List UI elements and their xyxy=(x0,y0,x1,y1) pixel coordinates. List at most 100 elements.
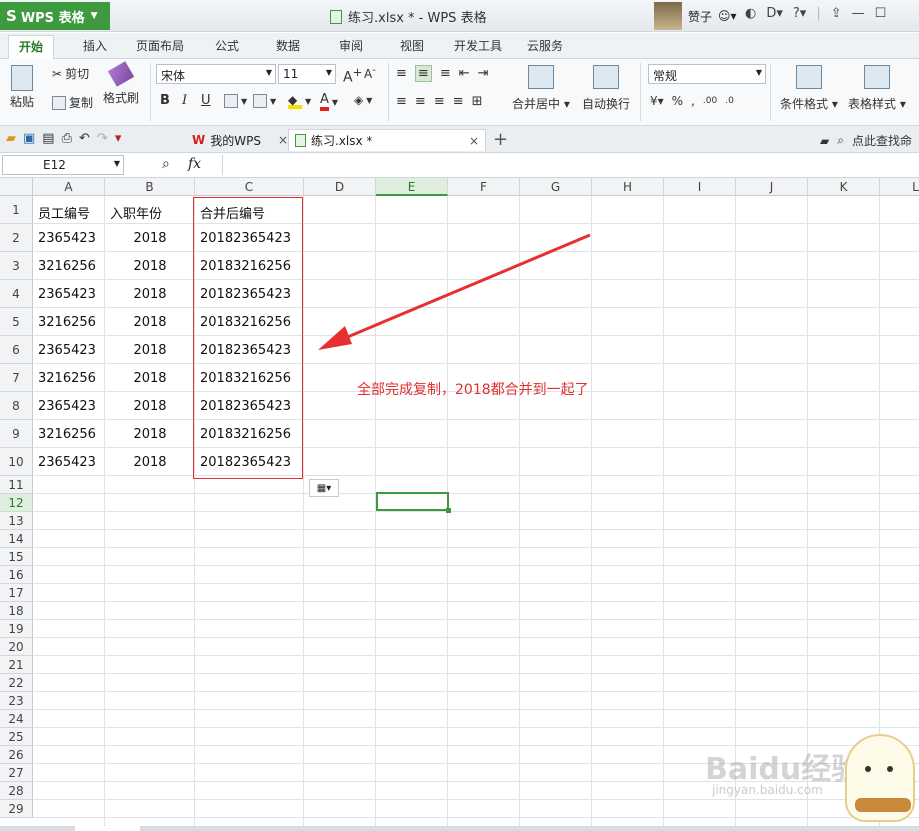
tab-file[interactable]: 练习.xlsx * × xyxy=(288,129,486,151)
number-format-select[interactable]: 常规 ▼ xyxy=(648,64,766,84)
tab-view[interactable]: 视图 xyxy=(400,37,424,54)
zoom-icon[interactable]: ⌕ xyxy=(162,156,170,172)
chevron-down-icon: ▼ xyxy=(90,11,98,21)
print-preview-icon[interactable]: ▤ xyxy=(42,131,54,146)
close-icon[interactable]: × xyxy=(278,133,288,147)
table-style-icon xyxy=(863,65,890,89)
document-tabs-bar: ▰ ▣ ▤ ⎙ ↶ ↷ ▾ W 我的WPS × 练习.xlsx * × + ▰ … xyxy=(0,126,919,153)
cut-button[interactable]: ✂ 剪切 xyxy=(52,65,89,82)
maximize-icon[interactable]: ☐ xyxy=(875,6,887,21)
align-center-icon[interactable]: ≡ xyxy=(415,94,426,109)
distributed-icon[interactable]: ⊞ xyxy=(472,94,483,109)
upload-icon[interactable]: ⇪ xyxy=(831,6,842,21)
format-painter-button[interactable]: 格式刷 xyxy=(103,61,139,106)
font-shrink-button[interactable]: A- xyxy=(364,65,376,81)
comma-icon[interactable]: , xyxy=(691,94,695,108)
customize-icon[interactable]: ▾ xyxy=(115,131,122,146)
formula-bar: E12 ▼ ⌕ fx xyxy=(0,153,919,178)
undo-icon[interactable]: ↶ xyxy=(79,131,90,146)
spreadsheet-icon xyxy=(295,134,306,147)
user-box[interactable]: 赞子 ☺▾ xyxy=(654,2,737,30)
align-bottom-icon[interactable]: ≡ xyxy=(440,66,451,81)
watermark-logo: Baidu经验 xyxy=(705,752,862,787)
font-shrink-icon: A- xyxy=(364,65,376,81)
align-middle-icon[interactable]: ≡ xyxy=(414,65,432,82)
search-label: 点此查找命 xyxy=(851,134,912,148)
horizontal-align-group: ≡ ≡ ≡ ≡ ⊞ xyxy=(396,94,483,109)
border-button[interactable]: ▼ xyxy=(224,94,247,108)
increase-decimal-icon[interactable]: .00 xyxy=(703,96,717,106)
skin-icon[interactable]: ◐ xyxy=(745,6,756,21)
conditional-format-button[interactable]: 条件格式 ▾ xyxy=(780,65,838,112)
name-box[interactable]: E12 ▼ xyxy=(2,155,124,175)
font-size-select[interactable]: 11 ▼ xyxy=(278,64,336,84)
tab-home[interactable]: 开始 xyxy=(8,35,55,59)
fx-button[interactable]: fx xyxy=(188,156,201,172)
cell-style-button[interactable]: ▼ xyxy=(253,94,276,108)
wps-logo-icon: S xyxy=(6,7,17,25)
merge-center-button[interactable]: 合并居中 ▾ xyxy=(512,65,570,112)
indent-decrease-icon[interactable]: ⇤ xyxy=(459,66,470,81)
align-right-icon[interactable]: ≡ xyxy=(434,94,445,109)
formula-input[interactable] xyxy=(222,155,919,175)
divider xyxy=(150,63,151,121)
tab-developer[interactable]: 开发工具 xyxy=(454,37,502,54)
tab-formula[interactable]: 公式 xyxy=(215,37,239,54)
watermark-url: jingyan.baidu.com xyxy=(712,783,823,797)
wrap-text-label: 自动换行 xyxy=(582,97,631,111)
help-icon[interactable]: ?▾ xyxy=(793,6,806,21)
font-grow-button[interactable]: A+ xyxy=(343,65,362,86)
share-icon[interactable]: D▾ xyxy=(766,6,783,21)
bold-button[interactable]: B xyxy=(160,93,170,108)
scrollbar-thumb[interactable] xyxy=(75,826,140,831)
conditional-format-label: 条件格式 ▾ xyxy=(780,97,838,111)
font-name-select[interactable]: 宋体 ▼ xyxy=(156,64,276,84)
title-bar: S WPS 表格 ▼ 练习.xlsx * - WPS 表格 赞子 ☺▾ ◐ D▾… xyxy=(0,0,919,32)
align-left-icon[interactable]: ≡ xyxy=(396,94,407,109)
arrow-head xyxy=(318,326,352,350)
minimize-icon[interactable]: — xyxy=(852,6,865,21)
tab-my-wps[interactable]: W 我的WPS × xyxy=(186,129,294,151)
justify-icon[interactable]: ≡ xyxy=(453,94,464,109)
percent-icon[interactable]: % xyxy=(672,94,683,108)
table-style-button[interactable]: 表格样式 ▾ xyxy=(848,65,906,112)
wrap-text-button[interactable]: 自动换行 xyxy=(582,65,630,112)
collapse-ribbon-icon[interactable]: ▰ xyxy=(820,134,829,148)
tab-review[interactable]: 审阅 xyxy=(339,37,363,54)
decrease-decimal-icon[interactable]: .0 xyxy=(725,96,734,106)
font-name-value: 宋体 xyxy=(161,69,186,83)
copy-button[interactable]: 复制 xyxy=(52,94,93,111)
open-folder-icon[interactable]: ▰ xyxy=(6,131,16,146)
italic-button[interactable]: I xyxy=(182,93,187,108)
paste-button[interactable]: 粘贴 xyxy=(10,65,34,110)
clear-format-button[interactable]: ◈ ▼ xyxy=(354,93,372,107)
tab-cloud[interactable]: 云服务 xyxy=(527,37,563,54)
underline-button[interactable]: U xyxy=(201,93,211,108)
window-title-text: 练习.xlsx * - WPS 表格 xyxy=(348,11,487,26)
tab-page-layout[interactable]: 页面布局 xyxy=(136,37,184,54)
new-tab-button[interactable]: + xyxy=(493,129,508,150)
horizontal-scrollbar[interactable] xyxy=(0,826,919,831)
tab-data[interactable]: 数据 xyxy=(276,37,300,54)
currency-icon[interactable]: ¥▾ xyxy=(650,94,664,108)
print-icon[interactable]: ⎙ xyxy=(62,131,72,146)
paste-icon xyxy=(11,65,33,91)
search-area[interactable]: ▰ ⌕ 点此查找命 xyxy=(820,132,912,149)
divider: | xyxy=(816,6,821,21)
close-icon[interactable]: × xyxy=(469,134,479,148)
font-color-button[interactable]: A ▼ xyxy=(320,93,338,111)
save-icon[interactable]: ▣ xyxy=(23,131,35,146)
app-menu-button[interactable]: S WPS 表格 ▼ xyxy=(0,2,110,30)
tab-insert[interactable]: 插入 xyxy=(83,37,107,54)
font-color-icon: A xyxy=(320,93,329,111)
indent-increase-icon[interactable]: ⇥ xyxy=(478,66,489,81)
avatar xyxy=(654,2,682,30)
file-icon xyxy=(330,9,342,24)
table-style-label: 表格样式 ▾ xyxy=(848,97,906,111)
redo-icon[interactable]: ↷ xyxy=(97,131,108,146)
align-top-icon[interactable]: ≡ xyxy=(396,66,407,81)
merge-cells-icon xyxy=(527,65,554,89)
spreadsheet-grid[interactable]: ABCDEFGHIJKL 1 2 3 4 5 6 7 8 9 10 11 12 13 14 15 16 17 18… xyxy=(0,178,919,826)
fill-color-button[interactable]: ◆ ▼ xyxy=(288,93,311,109)
tab-my-wps-label: 我的WPS xyxy=(210,133,261,148)
